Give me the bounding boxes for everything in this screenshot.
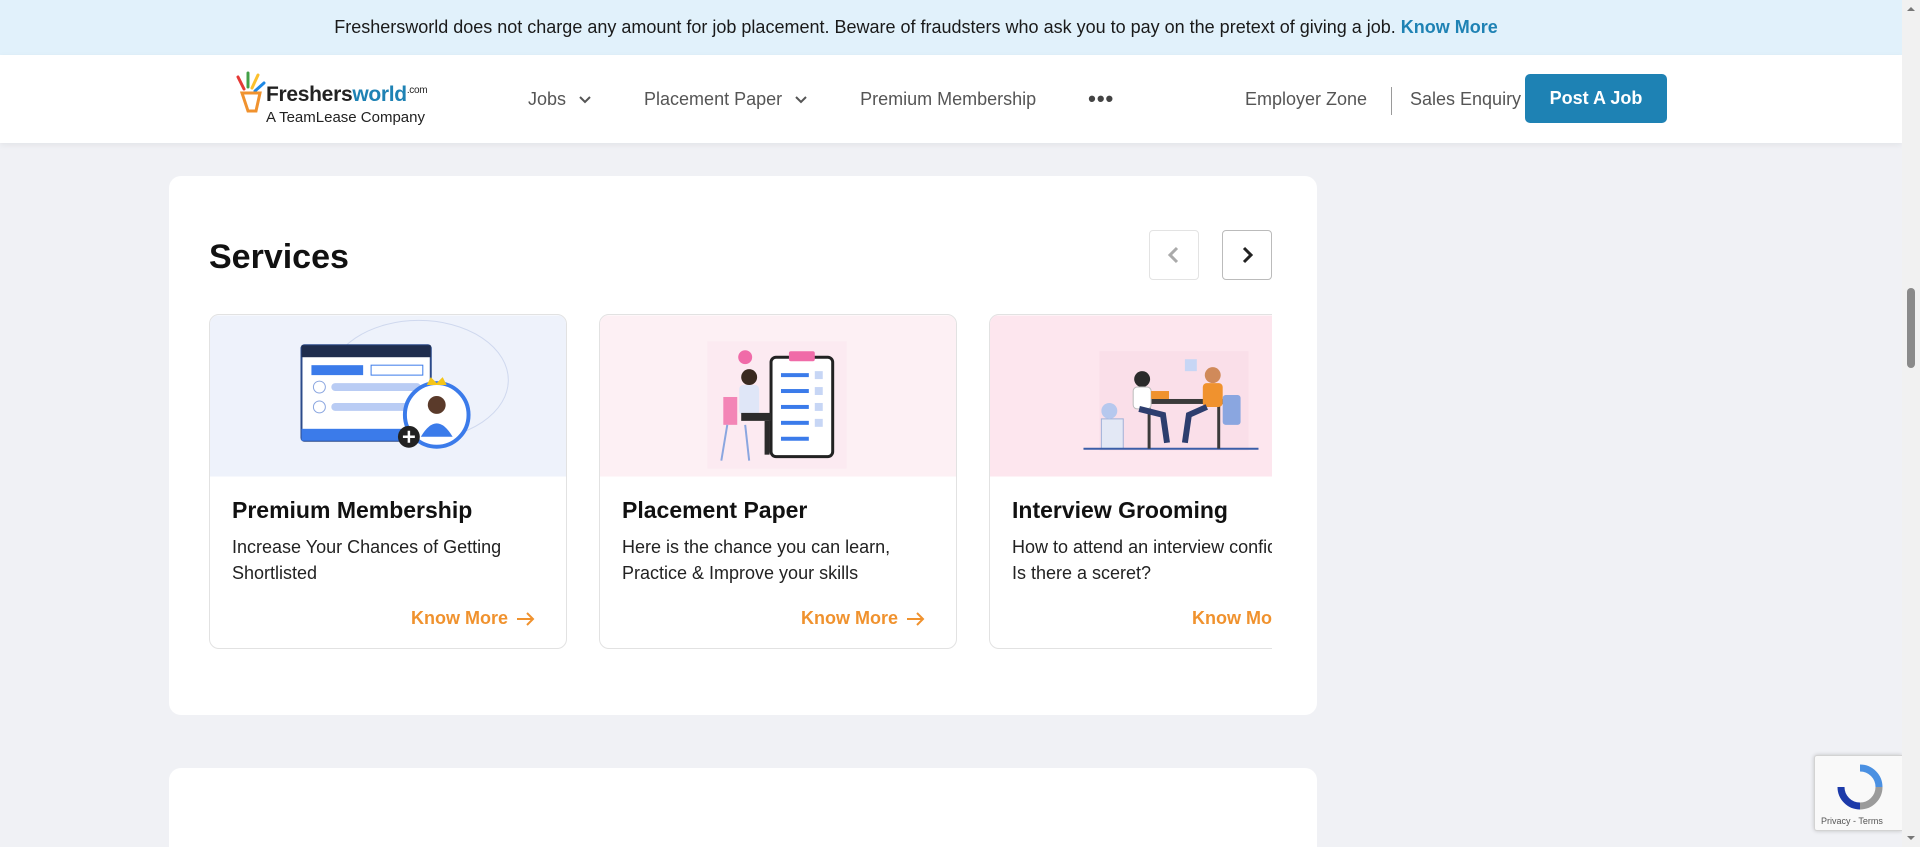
- services-carousel: Premium Membership Increase Your Chances…: [209, 314, 1272, 654]
- recaptcha-links[interactable]: Privacy - Terms: [1821, 816, 1883, 826]
- card-title: Placement Paper: [622, 497, 808, 523]
- card-title: Premium Membership: [232, 497, 473, 523]
- scroll-up-icon[interactable]: [1906, 4, 1916, 14]
- post-a-job-button[interactable]: Post A Job: [1525, 74, 1667, 123]
- chevron-down-icon: [795, 96, 807, 104]
- site-header: Freshersworld.com A TeamLease Company Jo…: [0, 55, 1902, 143]
- carousel-next-button[interactable]: [1222, 230, 1272, 280]
- nav-item-placement-paper[interactable]: Placement Paper: [644, 89, 808, 110]
- banner-text: Freshersworld does not charge any amount…: [334, 17, 1396, 37]
- service-card-placement-paper[interactable]: Placement Paper Here is the chance you c…: [599, 314, 957, 649]
- card-title: Interview Grooming: [1012, 497, 1228, 523]
- main-nav: Jobs Placement Paper Premium Membership …: [528, 55, 1166, 143]
- arrow-right-icon: [517, 611, 535, 626]
- card-description: Increase Your Chances of Getting Shortli…: [232, 537, 502, 583]
- interview-grooming-illustration: [990, 315, 1272, 477]
- service-card-interview-grooming[interactable]: Interview Grooming How to attend an inte…: [989, 314, 1272, 649]
- nav-divider: [1391, 87, 1392, 115]
- nav-item-jobs[interactable]: Jobs: [528, 89, 592, 110]
- next-section-panel: [169, 768, 1317, 847]
- recaptcha-icon: [1837, 764, 1883, 810]
- service-card-premium-membership[interactable]: Premium Membership Increase Your Chances…: [209, 314, 567, 649]
- more-menu-icon[interactable]: •••: [1088, 86, 1114, 112]
- know-more-link[interactable]: Know More: [801, 608, 926, 629]
- scrollbar-thumb[interactable]: [1907, 288, 1915, 368]
- page-scrollbar[interactable]: [1902, 0, 1920, 847]
- chevron-down-icon: [579, 96, 591, 104]
- fraud-warning-banner: Freshersworld does not charge any amount…: [0, 0, 1902, 55]
- know-more-link[interactable]: Know More: [411, 608, 536, 629]
- card-description: How to attend an interview confidently? …: [1012, 537, 1272, 583]
- placement-paper-illustration: [600, 315, 956, 477]
- page: Freshersworld does not charge any amount…: [0, 0, 1902, 847]
- logo-tagline: A TeamLease Company: [266, 109, 425, 126]
- chevron-left-icon: [1167, 246, 1179, 264]
- carousel-prev-button[interactable]: [1149, 230, 1199, 280]
- scroll-down-icon[interactable]: [1906, 833, 1916, 843]
- card-description: Here is the chance you can learn, Practi…: [622, 537, 891, 583]
- freshersworld-logo[interactable]: Freshersworld.com A TeamLease Company: [232, 63, 442, 133]
- sales-enquiry-link[interactable]: Sales Enquiry: [1410, 55, 1521, 143]
- chevron-right-icon: [1242, 246, 1254, 264]
- services-title: Services: [209, 238, 349, 276]
- nav-item-premium-membership[interactable]: Premium Membership: [860, 89, 1036, 110]
- logo-rays-icon: [236, 71, 266, 113]
- premium-membership-illustration: [210, 315, 566, 477]
- employer-zone-link[interactable]: Employer Zone: [1245, 55, 1367, 143]
- banner-know-more-link[interactable]: Know More: [1401, 17, 1498, 38]
- arrow-right-icon: [907, 611, 925, 626]
- know-more-link[interactable]: Know Mo: [1192, 608, 1272, 629]
- logo-brand-text: Freshersworld.com: [266, 83, 428, 106]
- services-section: Services Premium Membership Increase You…: [169, 176, 1317, 715]
- recaptcha-badge[interactable]: Privacy - Terms: [1814, 755, 1902, 831]
